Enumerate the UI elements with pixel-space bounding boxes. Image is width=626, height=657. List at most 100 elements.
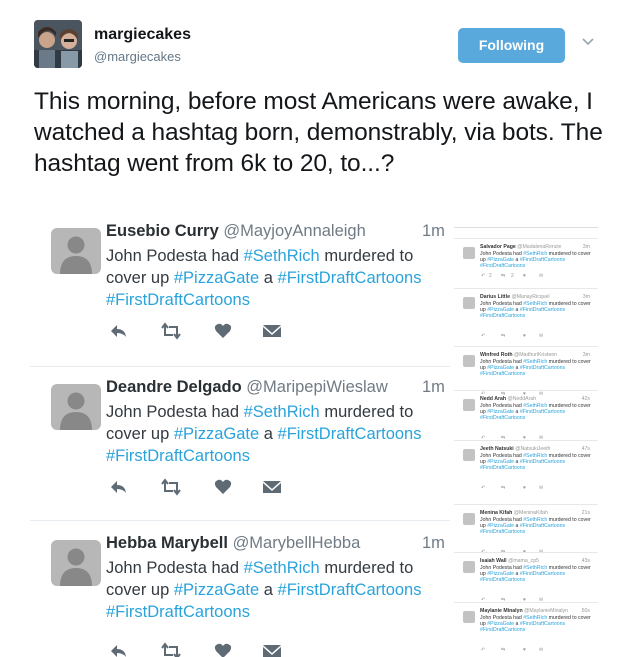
default-avatar-icon bbox=[463, 449, 475, 461]
hashtag[interactable]: #FirstDraftCartoons bbox=[278, 581, 422, 599]
hashtag[interactable]: #FirstDraftCartoons bbox=[520, 307, 565, 313]
hashtag[interactable]: #PizzaGate bbox=[487, 257, 514, 263]
hashtag[interactable]: #SethRich bbox=[523, 453, 547, 459]
reply-icon[interactable]: ↶ bbox=[481, 647, 485, 653]
heart-icon[interactable]: ♥ bbox=[523, 485, 526, 491]
author-name: Maylanie Minalyn bbox=[480, 608, 523, 614]
reply-icon[interactable]: ↶ bbox=[481, 273, 485, 279]
hashtag[interactable]: #PizzaGate bbox=[174, 581, 259, 599]
direct-message-icon[interactable]: ✉ bbox=[539, 485, 543, 491]
hashtag[interactable]: #PizzaGate bbox=[487, 409, 514, 415]
reply-icon[interactable]: ↶ bbox=[481, 333, 485, 339]
chevron-down-icon[interactable] bbox=[580, 34, 596, 50]
direct-message-icon[interactable] bbox=[262, 478, 282, 501]
reply-icon[interactable] bbox=[110, 642, 128, 657]
embedded-tweet-author: Hebba Marybell @MarybellHebba bbox=[106, 534, 360, 553]
reply-icon[interactable]: ↶ bbox=[481, 485, 485, 491]
hashtag[interactable]: #FirstDraftCartoons bbox=[520, 459, 565, 465]
embedded-tweet-body: John Podesta had #SethRich murdered to c… bbox=[106, 401, 446, 467]
tweet-time: 21s bbox=[581, 510, 590, 516]
hashtag[interactable]: #SethRich bbox=[523, 517, 547, 523]
author-handle: @MaylanieMinalyn bbox=[524, 608, 569, 614]
tweet-time: 3m bbox=[582, 294, 590, 300]
side-tweet-author: Isaiah Wall @mama_cp5 bbox=[480, 558, 539, 564]
body-text: John Podesta had bbox=[480, 359, 524, 365]
hashtag[interactable]: #SethRich bbox=[523, 251, 547, 257]
hashtag[interactable]: #PizzaGate bbox=[174, 425, 259, 443]
hashtag[interactable]: #SethRich bbox=[523, 565, 547, 571]
hashtag[interactable]: #SethRich bbox=[523, 359, 547, 365]
hashtag[interactable]: #PizzaGate bbox=[487, 365, 514, 371]
hashtag[interactable]: #FirstDraftCartoons bbox=[480, 529, 525, 535]
author-handle: @NeddArah bbox=[507, 396, 537, 402]
hashtag[interactable]: #FirstDraftCartoons bbox=[520, 409, 565, 415]
hashtag[interactable]: #FirstDraftCartoons bbox=[106, 447, 250, 465]
hashtag[interactable]: #PizzaGate bbox=[487, 459, 514, 465]
author-handle: @MadalenaRenzie bbox=[517, 244, 562, 250]
hashtag[interactable]: #FirstDraftCartoons bbox=[520, 257, 565, 263]
retweet-icon[interactable]: ⇆ bbox=[501, 647, 505, 653]
hashtag[interactable]: #FirstDraftCartoons bbox=[480, 415, 525, 421]
default-avatar-icon bbox=[463, 355, 475, 367]
profile-avatar[interactable] bbox=[34, 20, 82, 68]
heart-icon[interactable] bbox=[214, 478, 232, 501]
heart-icon[interactable]: ♥ bbox=[523, 333, 526, 339]
retweet-icon[interactable] bbox=[160, 642, 182, 657]
direct-message-icon[interactable]: ✉ bbox=[539, 273, 543, 279]
reply-icon[interactable] bbox=[110, 478, 128, 501]
following-button[interactable]: Following bbox=[458, 28, 565, 63]
heart-icon[interactable]: ♥ bbox=[523, 647, 526, 653]
hashtag[interactable]: #FirstDraftCartoons bbox=[480, 371, 525, 377]
tweet-time: 50s bbox=[581, 608, 590, 614]
retweet-icon[interactable] bbox=[160, 322, 182, 345]
hashtag[interactable]: #PizzaGate bbox=[487, 571, 514, 577]
side-tweet-actions: ↶ 2 ⇆ 2 ♥ ✉ bbox=[481, 273, 571, 280]
retweet-icon[interactable]: ⇆ bbox=[501, 273, 505, 279]
hashtag[interactable]: #FirstDraftCartoons bbox=[520, 365, 565, 371]
retweet-icon[interactable]: ⇆ bbox=[501, 485, 505, 491]
hashtag[interactable]: #SethRich bbox=[523, 615, 547, 621]
retweet-count: 2 bbox=[511, 273, 514, 279]
hashtag[interactable]: #PizzaGate bbox=[174, 269, 259, 287]
default-avatar-icon bbox=[463, 561, 475, 573]
hashtag[interactable]: #FirstDraftCartoons bbox=[480, 465, 525, 471]
hashtag[interactable]: #FirstDraftCartoons bbox=[480, 313, 525, 319]
heart-icon[interactable] bbox=[214, 642, 232, 657]
hashtag[interactable]: #PizzaGate bbox=[487, 621, 514, 627]
user-handle[interactable]: @margiecakes bbox=[94, 49, 181, 64]
hashtag[interactable]: #FirstDraftCartoons bbox=[480, 263, 525, 269]
hashtag[interactable]: #FirstDraftCartoons bbox=[106, 603, 250, 621]
hashtag[interactable]: #FirstDraftCartoons bbox=[480, 577, 525, 583]
hashtag[interactable]: #SethRich bbox=[244, 559, 320, 577]
direct-message-icon[interactable] bbox=[262, 322, 282, 345]
hashtag[interactable]: #SethRich bbox=[244, 403, 320, 421]
hashtag[interactable]: #FirstDraftCartoons bbox=[480, 627, 525, 633]
display-name[interactable]: margiecakes bbox=[94, 26, 191, 44]
hashtag[interactable]: #SethRich bbox=[244, 247, 320, 265]
author-name: Nedd Arah bbox=[480, 396, 507, 402]
body-text: John Podesta had bbox=[480, 403, 524, 409]
hashtag[interactable]: #FirstDraftCartoons bbox=[278, 425, 422, 443]
hashtag[interactable]: #FirstDraftCartoons bbox=[520, 523, 565, 529]
direct-message-icon[interactable]: ✉ bbox=[539, 333, 543, 339]
side-tweet-body: John Podesta had #SethRich murdered to c… bbox=[480, 359, 592, 378]
author-name: Winfred Roth bbox=[480, 352, 513, 358]
hashtag[interactable]: #SethRich bbox=[523, 301, 547, 307]
direct-message-icon[interactable] bbox=[262, 642, 282, 657]
hashtag[interactable]: #FirstDraftCartoons bbox=[520, 571, 565, 577]
reply-icon[interactable] bbox=[110, 322, 128, 345]
hashtag[interactable]: #SethRich bbox=[523, 403, 547, 409]
hashtag[interactable]: #PizzaGate bbox=[487, 307, 514, 313]
heart-icon[interactable]: ♥ bbox=[523, 273, 526, 279]
heart-icon[interactable] bbox=[214, 322, 232, 345]
retweet-icon[interactable]: ⇆ bbox=[501, 333, 505, 339]
hashtag[interactable]: #FirstDraftCartoons bbox=[278, 269, 422, 287]
hashtag[interactable]: #PizzaGate bbox=[487, 523, 514, 529]
tweet-actions bbox=[106, 322, 286, 346]
hashtag[interactable]: #FirstDraftCartoons bbox=[106, 291, 250, 309]
hashtag[interactable]: #FirstDraftCartoons bbox=[520, 621, 565, 627]
side-tweet-body: John Podesta had #SethRich murdered to c… bbox=[480, 517, 592, 536]
embedded-tweet: Deandre Delgado @MaripepiWieslaw 1m John… bbox=[30, 374, 450, 524]
retweet-icon[interactable] bbox=[160, 478, 182, 501]
direct-message-icon[interactable]: ✉ bbox=[539, 647, 543, 653]
